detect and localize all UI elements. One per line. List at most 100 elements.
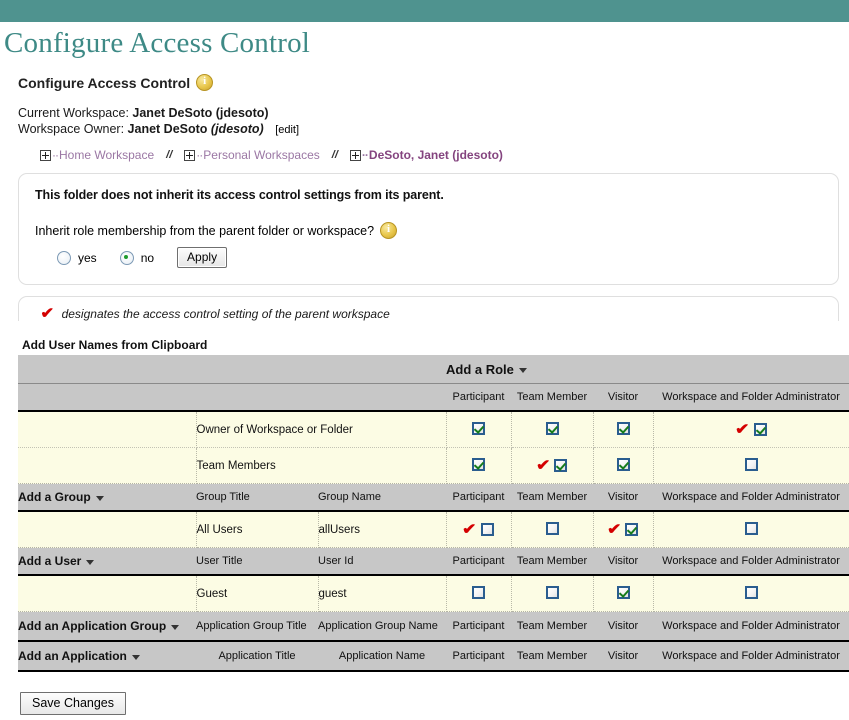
- expand-plus-icon[interactable]: [40, 150, 51, 161]
- column-header-group-participant: Participant: [446, 484, 511, 512]
- cell-team-admin: [653, 448, 849, 484]
- breadcrumb-item-personal-workspaces[interactable]: ··Personal Workspaces: [184, 148, 320, 162]
- add-application-group-label: Add an Application Group: [18, 619, 166, 633]
- access-control-table: Add a Role Participant Team Member Visit…: [18, 355, 849, 672]
- row-spacer-cell: [18, 411, 196, 448]
- group-name-all-users: allUsers: [318, 511, 446, 548]
- breadcrumb-separator: //: [332, 149, 338, 161]
- checkbox-owner-admin[interactable]: [754, 423, 767, 436]
- add-application-label: Add an Application: [18, 649, 127, 663]
- cell-guest-participant: [446, 575, 511, 612]
- user-title-guest: Guest: [196, 575, 318, 612]
- checkbox-owner-visitor[interactable]: [617, 422, 630, 435]
- breadcrumb-separator: //: [166, 149, 172, 161]
- add-application-dropdown[interactable]: Add an Application: [18, 641, 196, 671]
- column-header-workspace-admin: Workspace and Folder Administrator: [653, 384, 849, 412]
- checkbox-team-visitor[interactable]: [617, 458, 630, 471]
- checkbox-guest-participant[interactable]: [472, 586, 485, 599]
- cell-allusers-participant: ✔: [446, 511, 511, 548]
- column-header-group-name: Group Name: [318, 484, 446, 512]
- column-header-user-participant: Participant: [446, 548, 511, 576]
- checkbox-team-admin[interactable]: [745, 458, 758, 471]
- column-header-participant: Participant: [446, 384, 511, 412]
- checkbox-team-team-member[interactable]: [554, 459, 567, 472]
- checkbox-guest-visitor[interactable]: [617, 586, 630, 599]
- checkbox-guest-team-member[interactable]: [546, 586, 559, 599]
- column-header-user-visitor: Visitor: [593, 548, 653, 576]
- breadcrumb-label: Home Workspace: [59, 148, 154, 162]
- column-header-group-admin: Workspace and Folder Administrator: [653, 484, 849, 512]
- add-user-label: Add a User: [18, 554, 81, 568]
- expand-plus-icon[interactable]: [184, 150, 195, 161]
- column-header-app-admin: Workspace and Folder Administrator: [653, 641, 849, 671]
- add-application-group-dropdown[interactable]: Add an Application Group: [18, 612, 196, 642]
- column-header-user-id: User Id: [318, 548, 446, 576]
- checkbox-owner-participant[interactable]: [472, 422, 485, 435]
- table-row: All Users allUsers ✔ ✔: [18, 511, 849, 548]
- breadcrumb-item-current[interactable]: ··DeSoto, Janet (jdesoto): [350, 148, 503, 162]
- table-row: Team Members ✔: [18, 448, 849, 484]
- cell-allusers-team-member: [511, 511, 593, 548]
- radio-inherit-yes[interactable]: [57, 251, 71, 265]
- radio-inherit-no-label: no: [141, 251, 154, 265]
- cell-allusers-visitor: ✔: [593, 511, 653, 548]
- cell-owner-admin: ✔: [653, 411, 849, 448]
- access-control-panel: ✔ designates the access control setting …: [18, 296, 839, 321]
- add-group-label: Add a Group: [18, 490, 91, 504]
- checkbox-allusers-admin[interactable]: [745, 522, 758, 535]
- column-header-app-visitor: Visitor: [593, 641, 653, 671]
- cell-team-participant: [446, 448, 511, 484]
- apply-button[interactable]: Apply: [177, 247, 227, 268]
- page-title: Configure Access Control: [0, 22, 849, 58]
- info-icon[interactable]: [380, 222, 397, 239]
- inherit-question-label: Inherit role membership from the parent …: [35, 224, 374, 238]
- parent-setting-legend-text: designates the access control setting of…: [62, 307, 390, 321]
- add-user-dropdown[interactable]: Add a User: [18, 548, 196, 576]
- table-row: Guest guest: [18, 575, 849, 612]
- column-header-app-title: Application Title: [196, 641, 318, 671]
- info-icon[interactable]: [196, 74, 213, 91]
- checkbox-allusers-participant[interactable]: [481, 523, 494, 536]
- cell-guest-visitor: [593, 575, 653, 612]
- chevron-down-icon: [519, 368, 527, 373]
- edit-owner-link[interactable]: [edit]: [275, 124, 299, 136]
- inherit-settings-panel: This folder does not inherit its access …: [18, 173, 839, 285]
- save-changes-button[interactable]: Save Changes: [20, 692, 126, 715]
- workspace-owner-name: Janet DeSoto: [128, 122, 208, 136]
- column-header-user-team-member: Team Member: [511, 548, 593, 576]
- cell-guest-team-member: [511, 575, 593, 612]
- column-header-app-participant: Participant: [446, 641, 511, 671]
- add-role-label: Add a Role: [446, 362, 514, 377]
- column-header-appgroup-team-member: Team Member: [511, 612, 593, 642]
- expand-plus-icon[interactable]: [350, 150, 361, 161]
- clipboard-label: Add User Names from Clipboard: [22, 338, 849, 352]
- checkbox-allusers-team-member[interactable]: [546, 522, 559, 535]
- footer-actions: Save Changes: [20, 692, 849, 715]
- cell-team-team-member: ✔: [511, 448, 593, 484]
- section-heading: Configure Access Control: [18, 74, 849, 91]
- parent-setting-legend: ✔ designates the access control setting …: [41, 307, 822, 321]
- current-workspace-label: Current Workspace:: [18, 106, 129, 120]
- checkbox-guest-admin[interactable]: [745, 586, 758, 599]
- checkbox-team-participant[interactable]: [472, 458, 485, 471]
- workspace-info: Current Workspace: Janet DeSoto (jdesoto…: [18, 105, 849, 138]
- checkbox-owner-team-member[interactable]: [546, 422, 559, 435]
- column-header-user-title: User Title: [196, 548, 318, 576]
- add-role-dropdown[interactable]: Add a Role: [446, 355, 849, 384]
- breadcrumb-item-home-workspace[interactable]: ··Home Workspace: [40, 148, 154, 162]
- top-accent-bar: [0, 0, 849, 22]
- add-group-header-row: Add a Group Group Title Group Name Parti…: [18, 484, 849, 512]
- column-header-app-name: Application Name: [318, 641, 446, 671]
- current-workspace-line: Current Workspace: Janet DeSoto (jdesoto…: [18, 105, 849, 121]
- chevron-down-icon: [171, 625, 179, 630]
- column-header-appgroup-visitor: Visitor: [593, 612, 653, 642]
- add-group-dropdown[interactable]: Add a Group: [18, 484, 196, 512]
- row-spacer-cell: [18, 448, 196, 484]
- parent-check-icon: ✔: [462, 526, 476, 534]
- column-header-visitor: Visitor: [593, 384, 653, 412]
- radio-inherit-no[interactable]: [120, 251, 134, 265]
- checkbox-allusers-visitor[interactable]: [625, 523, 638, 536]
- chevron-down-icon: [86, 560, 94, 565]
- parent-check-icon: ✔: [536, 462, 550, 470]
- add-user-header-row: Add a User User Title User Id Participan…: [18, 548, 849, 576]
